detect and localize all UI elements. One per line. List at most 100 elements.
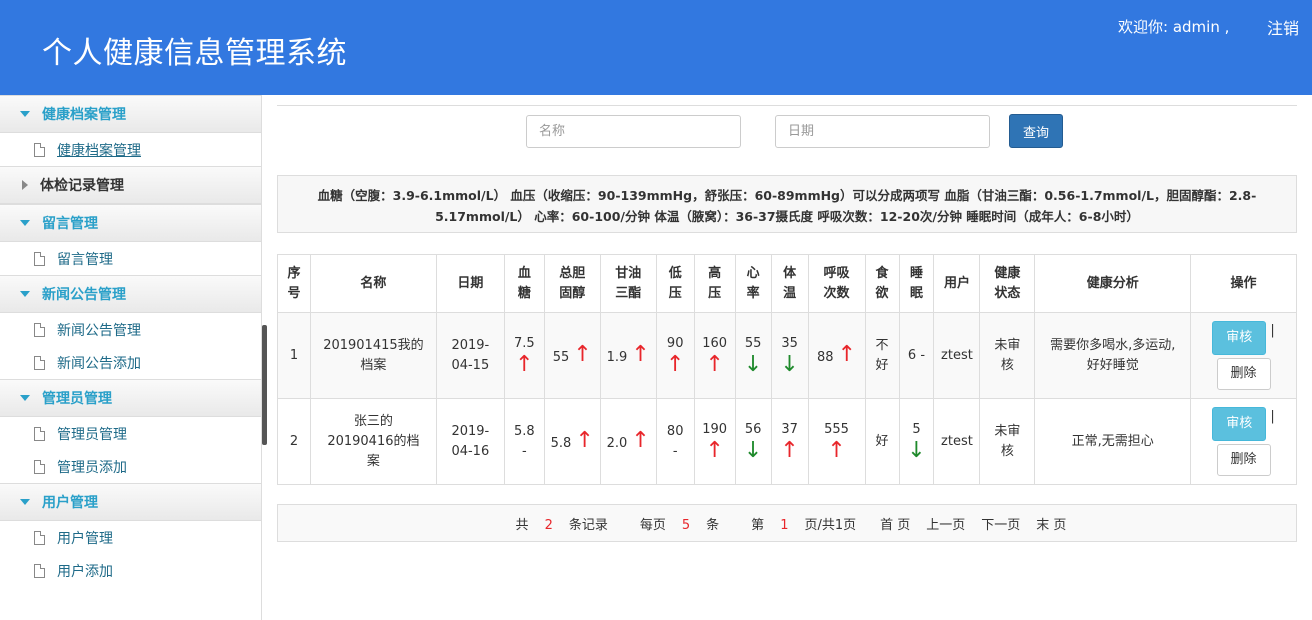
sidebar-group-admins[interactable]: 管理员管理: [0, 379, 261, 417]
sidebar-item-health-records[interactable]: 健康档案管理: [0, 133, 261, 166]
arrow-down-icon: ↓: [743, 351, 763, 377]
value: 5.8 -: [513, 423, 535, 459]
sidebar-item-label: 管理员管理: [57, 426, 127, 443]
sidebar-item-user-manage[interactable]: 用户管理: [0, 521, 261, 554]
delete-button[interactable]: 删除: [1216, 444, 1271, 476]
sidebar-group-label: 体检记录管理: [40, 178, 124, 194]
value: 90: [666, 335, 684, 351]
column-header: 心率: [734, 254, 772, 313]
value: 1.9: [606, 349, 628, 365]
sidebar-group-health-records[interactable]: 健康档案管理: [0, 95, 261, 133]
pager-text: 第: [751, 517, 765, 533]
document-icon: [34, 322, 45, 337]
table-row: 2 张三的20190416的档案 2019-04-16 5.8 - 5.8 ↑ …: [277, 398, 1297, 485]
sidebar-group-messages[interactable]: 留言管理: [0, 204, 261, 242]
value: 35: [781, 335, 798, 351]
value: 555: [824, 421, 849, 437]
arrow-up-icon: ↑: [665, 351, 685, 377]
document-icon: [34, 355, 45, 370]
sidebar-item-label: 新闻公告添加: [57, 355, 141, 372]
cell-heart: 56 ↓: [734, 398, 772, 485]
sidebar-item-label: 健康档案管理: [57, 142, 141, 159]
pager-text: 共: [515, 517, 529, 533]
document-icon: [34, 563, 45, 578]
name-search-input[interactable]: [526, 115, 741, 148]
chevron-down-icon: [20, 291, 30, 297]
sidebar-group-users[interactable]: 用户管理: [0, 483, 261, 521]
sidebar-group-label: 新闻公告管理: [42, 287, 126, 303]
pager-text: 条记录: [568, 517, 608, 533]
arrow-up-icon: ↑: [705, 437, 724, 463]
value: 190: [702, 421, 728, 437]
value: 5.8: [550, 435, 572, 451]
arrow-up-icon: ↑: [780, 437, 799, 463]
cell-name-text: 张三的20190416的档案: [327, 413, 420, 469]
sidebar-group-label: 留言管理: [42, 216, 98, 232]
cell-low: 80 -: [655, 398, 695, 485]
main-content: 查询 血糖（空腹：3.9-6.1mmol/L） 血压（收缩压：90-139mmH…: [277, 95, 1297, 620]
cell-date: 2019-04-16: [435, 398, 505, 485]
query-button[interactable]: 查询: [1009, 114, 1063, 148]
sidebar-item-user-add[interactable]: 用户添加: [0, 554, 261, 587]
first-page-link[interactable]: 首 页: [880, 514, 910, 533]
cell-sugar: 5.8 -: [503, 398, 545, 485]
arrow-up-icon: ↑: [631, 427, 650, 453]
next-page-link[interactable]: 下一页: [981, 514, 1020, 533]
cell-user: ztest: [933, 398, 981, 485]
sidebar-item-messages[interactable]: 留言管理: [0, 242, 261, 275]
table-row: 1 201901415我的档案 2019-04-15 7.5 ↑ 55 ↑ 1.9…: [277, 312, 1297, 399]
column-header: 高压: [693, 254, 736, 313]
date-search-input[interactable]: [775, 115, 990, 148]
sidebar-resize-handle[interactable]: [262, 325, 267, 445]
column-header: 用户: [933, 254, 981, 313]
cell-triglyceride: 1.9 ↑: [599, 312, 657, 399]
column-header: 序号: [277, 254, 311, 313]
cell-sleep: 6 -: [898, 312, 935, 399]
sidebar-item-label: 留言管理: [57, 251, 113, 268]
sidebar-item-label: 用户添加: [57, 563, 113, 580]
column-header: 日期: [435, 254, 505, 313]
column-header: 体温: [770, 254, 809, 313]
sidebar-item-label: 新闻公告管理: [57, 322, 141, 339]
last-page-link[interactable]: 末 页: [1036, 514, 1066, 533]
sidebar-item-label: 管理员添加: [57, 459, 127, 476]
pagination-bar: 共 2 条记录 每页 5 条 第 1 页/共1页 首 页 上一页 下一页 末 页: [277, 504, 1297, 542]
cell-date: 2019-04-15: [435, 312, 505, 399]
value: 88: [816, 349, 834, 365]
cell-actions: 审核 | 删除: [1190, 398, 1297, 485]
arrow-up-icon: ↑: [575, 427, 594, 453]
arrow-up-icon: ↑: [837, 341, 857, 367]
sidebar-item-news-add[interactable]: 新闻公告添加: [0, 346, 261, 379]
approve-button[interactable]: 审核: [1212, 407, 1267, 441]
sidebar-item-admin-manage[interactable]: 管理员管理: [0, 417, 261, 450]
approve-button[interactable]: 审核: [1212, 321, 1267, 355]
page-size-count: 5: [681, 517, 691, 533]
logout-link[interactable]: 注销: [1267, 15, 1299, 39]
cell-high: 160 ↑: [693, 312, 736, 399]
health-records-table: 序号 名称 日期 血糖 总胆固醇 甘油三酯 低压 高压 心率 体温 呼吸次数 食…: [277, 254, 1297, 485]
sidebar-item-news-manage[interactable]: 新闻公告管理: [0, 313, 261, 346]
sidebar-group-news[interactable]: 新闻公告管理: [0, 275, 261, 313]
pager-text: 每页: [639, 517, 666, 533]
cell-appetite: 好: [864, 398, 900, 485]
sidebar-item-admin-add[interactable]: 管理员添加: [0, 450, 261, 483]
arrow-down-icon: ↓: [743, 437, 763, 463]
cell-name: 201901415我的档案: [309, 312, 437, 399]
delete-button[interactable]: 删除: [1216, 358, 1271, 390]
cell-status: 未审核: [979, 398, 1036, 485]
document-icon: [34, 426, 45, 441]
divider: [277, 105, 1297, 106]
cell-sugar: 7.5 ↑: [503, 312, 545, 399]
column-header: 名称: [309, 254, 437, 313]
cell-temp: 37 ↑: [770, 398, 809, 485]
app-title: 个人健康信息管理系统: [42, 36, 347, 71]
arrow-up-icon: ↑: [631, 341, 650, 367]
cell-breath: 555 ↑: [807, 398, 866, 485]
document-icon: [34, 142, 45, 157]
value: 80 -: [666, 423, 684, 459]
sidebar-item-label: 用户管理: [57, 530, 113, 547]
cell-user: ztest: [933, 312, 981, 399]
column-header: 健康状态: [979, 254, 1036, 313]
prev-page-link[interactable]: 上一页: [926, 514, 965, 533]
sidebar-group-checkup-records[interactable]: 体检记录管理: [0, 166, 261, 204]
